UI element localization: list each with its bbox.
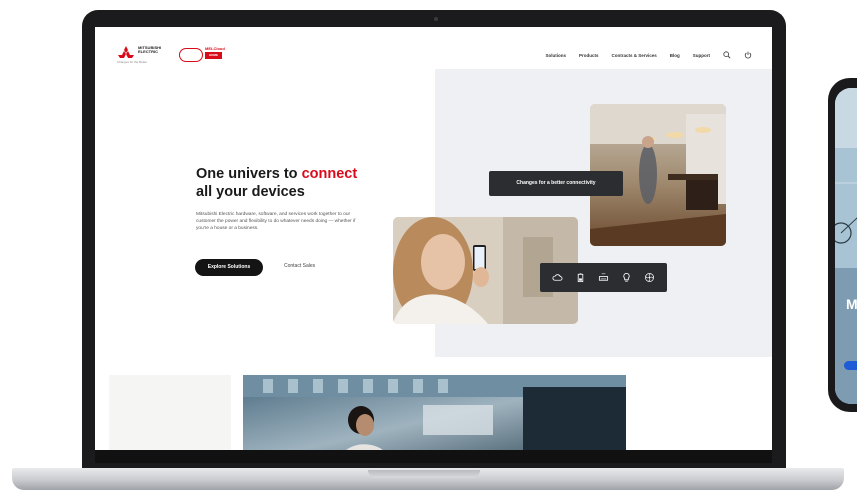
fan-icon bbox=[645, 273, 654, 282]
footer-band bbox=[95, 450, 772, 463]
search-icon[interactable] bbox=[723, 51, 731, 59]
power-icon[interactable] bbox=[744, 51, 752, 59]
melcloud-logo-text: MELCloud bbox=[205, 46, 225, 51]
melcloud-home-badge: HOME bbox=[205, 52, 222, 59]
mitsubishi-logo-icon[interactable] bbox=[117, 46, 135, 58]
laptop-notch bbox=[368, 470, 480, 478]
main-nav: Solutions Products Contracts & Services … bbox=[545, 51, 752, 59]
laptop-screen: MITSUBISHI ELECTRIC Changes for the Bett… bbox=[95, 27, 772, 463]
nav-solutions[interactable]: Solutions bbox=[545, 53, 566, 58]
hero-description: Mitsubishi Electric hardware, software, … bbox=[196, 212, 356, 231]
hero-title-accent: connect bbox=[301, 166, 358, 182]
air-conditioner-icon bbox=[598, 273, 609, 281]
explore-solutions-button[interactable]: Explore Solutions bbox=[195, 259, 263, 276]
contact-sales-link[interactable]: Contact Sales bbox=[284, 263, 315, 269]
laptop-camera bbox=[434, 17, 438, 21]
hero-title-part1: One univers to bbox=[196, 166, 302, 182]
lightbulb-icon bbox=[623, 272, 630, 282]
page: MITSUBISHI ELECTRIC Changes for the Bett… bbox=[0, 0, 857, 497]
hero-title-part2: all your devices bbox=[196, 184, 305, 200]
smartphone-screen bbox=[835, 88, 857, 404]
mitsubishi-logo-text: MITSUBISHI ELECTRIC bbox=[138, 45, 162, 54]
nav-products[interactable]: Products bbox=[579, 53, 599, 58]
cloud-icon bbox=[552, 274, 563, 281]
device-icon-strip bbox=[540, 263, 667, 292]
phone-cta-button[interactable] bbox=[844, 361, 857, 370]
phone-heading-fragment: M bbox=[846, 296, 857, 312]
nav-contracts-services[interactable]: Contracts & Services bbox=[611, 53, 656, 58]
hero-title: One univers to connect all your devices bbox=[196, 165, 396, 201]
site-header: MITSUBISHI ELECTRIC Changes for the Bett… bbox=[95, 27, 772, 69]
melcloud-logo-icon[interactable] bbox=[179, 48, 203, 62]
mitsubishi-tagline: Changes for the Better bbox=[117, 60, 148, 64]
battery-icon bbox=[577, 273, 584, 283]
nav-blog[interactable]: Blog bbox=[670, 53, 680, 58]
image-tag-label: Changes for a better connectivity bbox=[489, 171, 623, 196]
nav-support[interactable]: Support bbox=[693, 53, 710, 58]
